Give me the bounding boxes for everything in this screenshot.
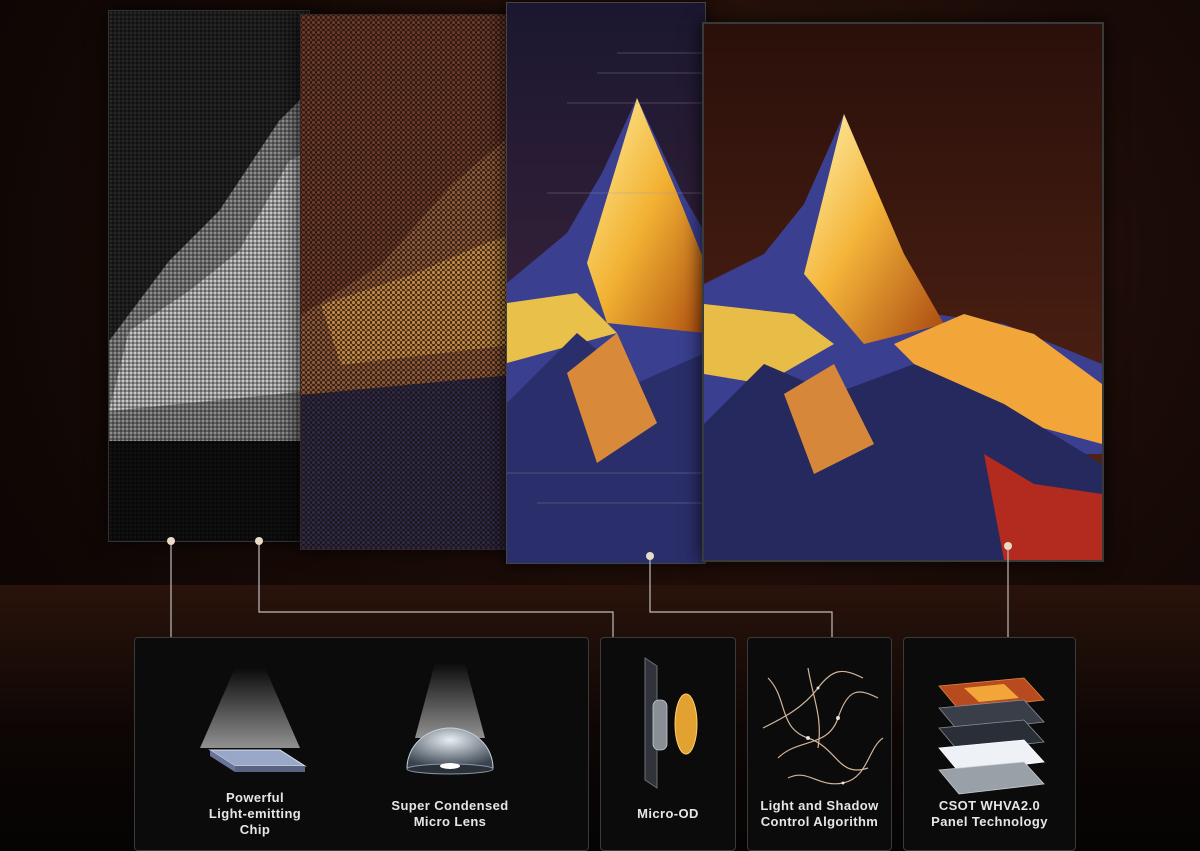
component-label-micro-od: Micro-OD xyxy=(637,806,699,821)
front-display-panel xyxy=(702,22,1104,562)
light-algorithm-icon xyxy=(762,667,884,785)
panel-stack-icon xyxy=(938,677,1045,795)
component-label-chip: Powerful Light-emitting Chip xyxy=(208,790,302,837)
micro-od-card: Micro-OD xyxy=(600,637,736,851)
component-label-panel: CSOT WHVA2.0 Panel Technology xyxy=(931,798,1048,829)
micro-od-icon xyxy=(644,657,698,789)
micro-lens-layer xyxy=(300,14,512,550)
micro-lens-icon xyxy=(406,663,494,775)
component-label-algorithm: Light and Shadow Control Algorithm xyxy=(760,798,879,829)
grayscale-pixel-layer xyxy=(108,10,310,542)
optics-card: Powerful Light-emitting Chip Super Conde… xyxy=(134,637,589,851)
color-display-layer xyxy=(506,2,706,564)
algorithm-card: Light and Shadow Control Algorithm xyxy=(747,637,892,851)
led-chip-icon xyxy=(200,668,307,772)
panel-technology-card: CSOT WHVA2.0 Panel Technology xyxy=(903,637,1076,851)
component-label-lens: Super Condensed Micro Lens xyxy=(391,798,509,829)
